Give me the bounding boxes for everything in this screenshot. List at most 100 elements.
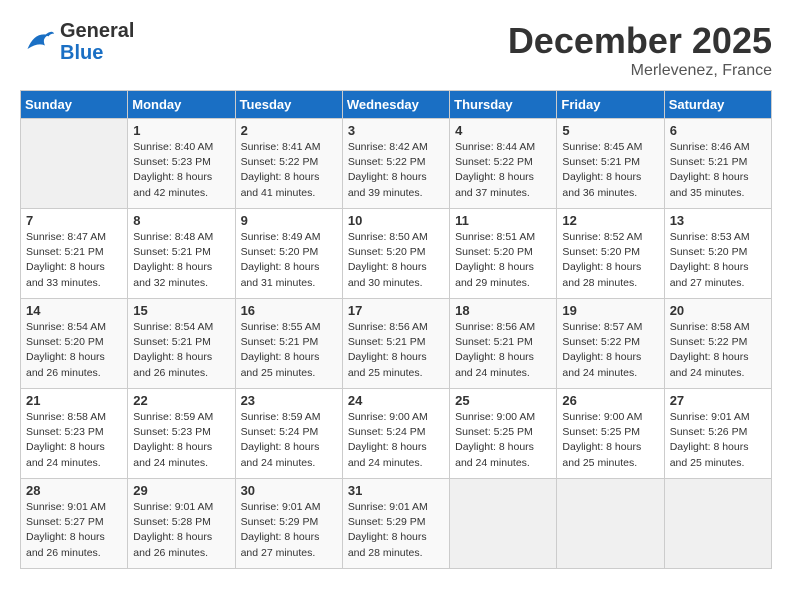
day-cell: 26 Sunrise: 9:00 AM Sunset: 5:25 PM Dayli… <box>557 389 664 479</box>
day-cell: 1 Sunrise: 8:40 AM Sunset: 5:23 PM Daylig… <box>128 119 235 209</box>
day-info: Sunrise: 8:58 AM Sunset: 5:23 PM Dayligh… <box>26 410 122 471</box>
day-cell: 21 Sunrise: 8:58 AM Sunset: 5:23 PM Dayli… <box>21 389 128 479</box>
day-number: 16 <box>241 303 337 318</box>
day-number: 20 <box>670 303 766 318</box>
day-number: 22 <box>133 393 229 408</box>
day-number: 7 <box>26 213 122 228</box>
day-cell: 18 Sunrise: 8:56 AM Sunset: 5:21 PM Dayli… <box>450 299 557 389</box>
day-info: Sunrise: 8:51 AM Sunset: 5:20 PM Dayligh… <box>455 230 551 291</box>
day-info: Sunrise: 8:45 AM Sunset: 5:21 PM Dayligh… <box>562 140 658 201</box>
week-row-3: 14 Sunrise: 8:54 AM Sunset: 5:20 PM Dayli… <box>21 299 772 389</box>
day-info: Sunrise: 8:41 AM Sunset: 5:22 PM Dayligh… <box>241 140 337 201</box>
day-info: Sunrise: 8:53 AM Sunset: 5:20 PM Dayligh… <box>670 230 766 291</box>
day-cell: 6 Sunrise: 8:46 AM Sunset: 5:21 PM Daylig… <box>664 119 771 209</box>
day-number: 9 <box>241 213 337 228</box>
calendar-header-row: SundayMondayTuesdayWednesdayThursdayFrid… <box>21 91 772 119</box>
day-cell: 3 Sunrise: 8:42 AM Sunset: 5:22 PM Daylig… <box>342 119 449 209</box>
day-cell: 16 Sunrise: 8:55 AM Sunset: 5:21 PM Dayli… <box>235 299 342 389</box>
day-cell: 5 Sunrise: 8:45 AM Sunset: 5:21 PM Daylig… <box>557 119 664 209</box>
day-number: 15 <box>133 303 229 318</box>
day-cell <box>664 479 771 569</box>
day-info: Sunrise: 8:49 AM Sunset: 5:20 PM Dayligh… <box>241 230 337 291</box>
day-cell: 20 Sunrise: 8:58 AM Sunset: 5:22 PM Dayli… <box>664 299 771 389</box>
day-number: 4 <box>455 123 551 138</box>
day-number: 2 <box>241 123 337 138</box>
day-info: Sunrise: 8:55 AM Sunset: 5:21 PM Dayligh… <box>241 320 337 381</box>
day-number: 17 <box>348 303 444 318</box>
day-info: Sunrise: 8:44 AM Sunset: 5:22 PM Dayligh… <box>455 140 551 201</box>
day-cell: 4 Sunrise: 8:44 AM Sunset: 5:22 PM Daylig… <box>450 119 557 209</box>
day-info: Sunrise: 9:01 AM Sunset: 5:29 PM Dayligh… <box>241 500 337 561</box>
logo-icon <box>20 28 56 56</box>
day-cell: 24 Sunrise: 9:00 AM Sunset: 5:24 PM Dayli… <box>342 389 449 479</box>
day-number: 19 <box>562 303 658 318</box>
logo-text: General Blue <box>60 20 134 64</box>
day-number: 23 <box>241 393 337 408</box>
day-cell: 22Sunrise: 8:59 AM Sunset: 5:23 PM Dayli… <box>128 389 235 479</box>
day-info: Sunrise: 9:00 AM Sunset: 5:24 PM Dayligh… <box>348 410 444 471</box>
day-number: 25 <box>455 393 551 408</box>
day-info: Sunrise: 9:01 AM Sunset: 5:28 PM Dayligh… <box>133 500 229 561</box>
day-number: 31 <box>348 483 444 498</box>
day-number: 3 <box>348 123 444 138</box>
day-cell: 30 Sunrise: 9:01 AM Sunset: 5:29 PM Dayli… <box>235 479 342 569</box>
day-info: Sunrise: 8:56 AM Sunset: 5:21 PM Dayligh… <box>455 320 551 381</box>
day-number: 12 <box>562 213 658 228</box>
day-number: 1 <box>133 123 229 138</box>
day-info: Sunrise: 9:01 AM Sunset: 5:27 PM Dayligh… <box>26 500 122 561</box>
day-cell: 27Sunrise: 9:01 AM Sunset: 5:26 PM Dayli… <box>664 389 771 479</box>
day-cell: 31Sunrise: 9:01 AM Sunset: 5:29 PM Dayli… <box>342 479 449 569</box>
header-wednesday: Wednesday <box>342 91 449 119</box>
location-subtitle: Merlevenez, France <box>508 62 772 80</box>
day-number: 26 <box>562 393 658 408</box>
day-number: 28 <box>26 483 122 498</box>
day-number: 18 <box>455 303 551 318</box>
day-info: Sunrise: 8:40 AM Sunset: 5:23 PM Dayligh… <box>133 140 229 201</box>
header-monday: Monday <box>128 91 235 119</box>
day-number: 6 <box>670 123 766 138</box>
day-info: Sunrise: 8:47 AM Sunset: 5:21 PM Dayligh… <box>26 230 122 291</box>
day-info: Sunrise: 8:58 AM Sunset: 5:22 PM Dayligh… <box>670 320 766 381</box>
week-row-5: 28 Sunrise: 9:01 AM Sunset: 5:27 PM Dayli… <box>21 479 772 569</box>
day-number: 24 <box>348 393 444 408</box>
week-row-1: 1 Sunrise: 8:40 AM Sunset: 5:23 PM Daylig… <box>21 119 772 209</box>
day-number: 10 <box>348 213 444 228</box>
header-thursday: Thursday <box>450 91 557 119</box>
day-number: 27 <box>670 393 766 408</box>
day-info: Sunrise: 8:54 AM Sunset: 5:20 PM Dayligh… <box>26 320 122 381</box>
day-cell <box>450 479 557 569</box>
day-info: Sunrise: 8:50 AM Sunset: 5:20 PM Dayligh… <box>348 230 444 291</box>
day-cell: 12 Sunrise: 8:52 AM Sunset: 5:20 PM Dayli… <box>557 209 664 299</box>
day-cell: 14 Sunrise: 8:54 AM Sunset: 5:20 PM Dayli… <box>21 299 128 389</box>
header-saturday: Saturday <box>664 91 771 119</box>
day-cell: 13Sunrise: 8:53 AM Sunset: 5:20 PM Dayli… <box>664 209 771 299</box>
day-cell: 2 Sunrise: 8:41 AM Sunset: 5:22 PM Daylig… <box>235 119 342 209</box>
day-info: Sunrise: 8:52 AM Sunset: 5:20 PM Dayligh… <box>562 230 658 291</box>
day-cell: 15Sunrise: 8:54 AM Sunset: 5:21 PM Dayli… <box>128 299 235 389</box>
day-number: 30 <box>241 483 337 498</box>
day-cell: 19Sunrise: 8:57 AM Sunset: 5:22 PM Dayli… <box>557 299 664 389</box>
day-info: Sunrise: 8:42 AM Sunset: 5:22 PM Dayligh… <box>348 140 444 201</box>
day-cell: 11 Sunrise: 8:51 AM Sunset: 5:20 PM Dayli… <box>450 209 557 299</box>
day-number: 14 <box>26 303 122 318</box>
title-block: December 2025 Merlevenez, France <box>508 20 772 80</box>
day-cell: 8 Sunrise: 8:48 AM Sunset: 5:21 PM Daylig… <box>128 209 235 299</box>
header-tuesday: Tuesday <box>235 91 342 119</box>
day-number: 8 <box>133 213 229 228</box>
day-cell: 7 Sunrise: 8:47 AM Sunset: 5:21 PM Daylig… <box>21 209 128 299</box>
day-number: 11 <box>455 213 551 228</box>
day-number: 21 <box>26 393 122 408</box>
day-cell: 23Sunrise: 8:59 AM Sunset: 5:24 PM Dayli… <box>235 389 342 479</box>
day-info: Sunrise: 8:46 AM Sunset: 5:21 PM Dayligh… <box>670 140 766 201</box>
day-cell <box>21 119 128 209</box>
day-cell: 25Sunrise: 9:00 AM Sunset: 5:25 PM Dayli… <box>450 389 557 479</box>
day-number: 5 <box>562 123 658 138</box>
day-info: Sunrise: 9:00 AM Sunset: 5:25 PM Dayligh… <box>562 410 658 471</box>
day-cell: 17Sunrise: 8:56 AM Sunset: 5:21 PM Dayli… <box>342 299 449 389</box>
day-cell: 29 Sunrise: 9:01 AM Sunset: 5:28 PM Dayli… <box>128 479 235 569</box>
calendar-table: SundayMondayTuesdayWednesdayThursdayFrid… <box>20 90 772 569</box>
day-info: Sunrise: 8:48 AM Sunset: 5:21 PM Dayligh… <box>133 230 229 291</box>
day-number: 29 <box>133 483 229 498</box>
week-row-2: 7 Sunrise: 8:47 AM Sunset: 5:21 PM Daylig… <box>21 209 772 299</box>
week-row-4: 21 Sunrise: 8:58 AM Sunset: 5:23 PM Dayli… <box>21 389 772 479</box>
